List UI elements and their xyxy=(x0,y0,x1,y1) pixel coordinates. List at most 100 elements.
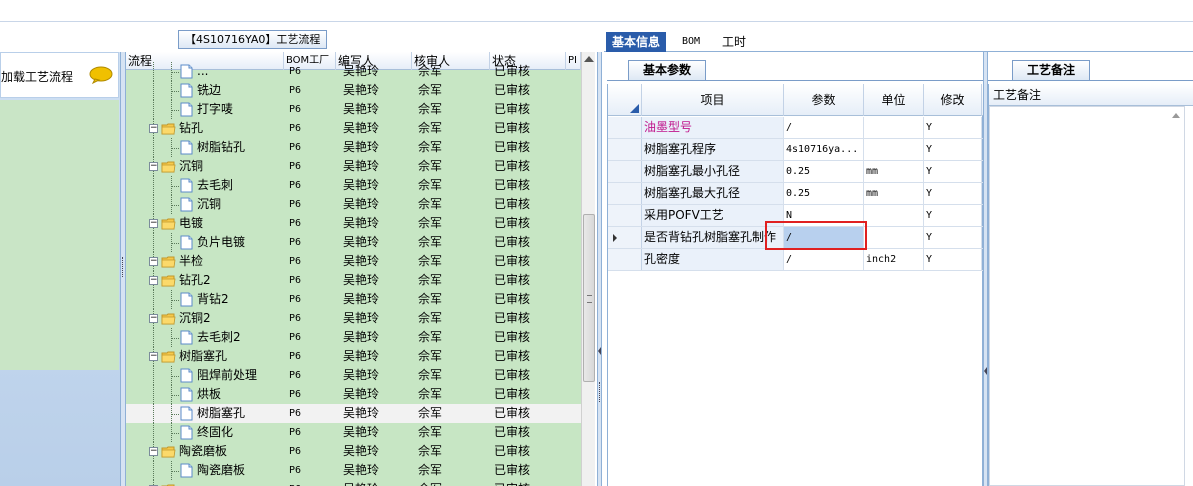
row-header-cell[interactable] xyxy=(608,117,642,138)
status-cell: 已审核 xyxy=(494,480,564,486)
bom-factory-cell: P6 xyxy=(289,480,329,486)
tree-guide-line xyxy=(171,148,179,149)
row-header-cell[interactable] xyxy=(608,205,642,226)
param-value-cell[interactable]: 4s10716ya... xyxy=(784,139,864,160)
table-row[interactable]: − 钻孔2 P6 吴艳玲 佘军 已审核 xyxy=(126,271,581,290)
table-row[interactable]: − 树脂塞孔 P6 吴艳玲 佘军 已审核 xyxy=(126,347,581,366)
document-icon xyxy=(180,330,193,345)
row-header-cell[interactable] xyxy=(608,227,642,248)
params-corner-cell[interactable] xyxy=(608,84,642,116)
tab-basic-info[interactable]: 基本信息 xyxy=(606,32,667,52)
collapse-toggle-icon[interactable]: − xyxy=(149,352,158,361)
writer-cell: 吴艳玲 xyxy=(343,64,380,78)
center-splitter[interactable] xyxy=(597,52,602,486)
col-header-item[interactable]: 项目 xyxy=(642,84,784,116)
table-row[interactable]: − 沉铜2 P6 吴艳玲 佘军 已审核 xyxy=(126,309,581,328)
collapse-toggle-icon[interactable]: − xyxy=(149,219,158,228)
param-modify-cell[interactable]: Y xyxy=(924,183,982,204)
bom-factory-cell: P6 xyxy=(289,446,302,457)
tree-guide-line xyxy=(153,461,154,480)
tree-guide-line xyxy=(153,233,154,252)
param-modify-cell[interactable]: Y xyxy=(924,161,982,182)
row-header-cell[interactable] xyxy=(608,161,642,182)
table-row[interactable]: 打字唛 P6 吴艳玲 佘军 已审核 xyxy=(126,100,581,119)
collapse-right-arrow-icon[interactable] xyxy=(984,367,987,375)
status-cell: 已审核 xyxy=(494,254,531,268)
collapse-toggle-icon[interactable]: − xyxy=(149,124,158,133)
tree-node-label: 去毛刺 xyxy=(197,178,234,192)
tab-process-notes[interactable]: 工艺备注 xyxy=(1012,60,1091,81)
table-row[interactable]: 去毛刺2 P6 吴艳玲 佘军 已审核 xyxy=(126,328,581,347)
table-row[interactable]: −...P6吴艳玲佘军已审核 xyxy=(126,480,581,486)
collapse-toggle-icon[interactable]: − xyxy=(149,276,158,285)
bom-factory-cell: P6 xyxy=(289,389,302,400)
table-row[interactable]: 树脂钻孔 P6 吴艳玲 佘军 已审核 xyxy=(126,138,581,157)
param-modify-cell[interactable]: Y xyxy=(924,205,982,226)
status-cell: 已审核 xyxy=(494,159,531,173)
collapse-toggle-icon[interactable]: − xyxy=(149,447,158,456)
col-header-modify[interactable]: 修改 xyxy=(924,84,982,116)
table-row[interactable]: ... P6 吴艳玲 佘军 已审核 xyxy=(126,62,581,81)
table-row[interactable]: 终固化 P6 吴艳玲 佘军 已审核 xyxy=(126,423,581,442)
param-item-cell: 树脂塞孔最大孔径 xyxy=(642,183,784,204)
table-row[interactable]: 背钻2 P6 吴艳玲 佘军 已审核 xyxy=(126,290,581,309)
table-row[interactable]: 陶瓷磨板 P6 吴艳玲 佘军 已审核 xyxy=(126,461,581,480)
bom-factory-cell: P6 xyxy=(289,85,302,96)
table-row[interactable]: 沉铜 P6 吴艳玲 佘军 已审核 xyxy=(126,195,581,214)
collapse-left-arrow-icon[interactable] xyxy=(598,347,601,355)
param-modify-cell[interactable]: Y xyxy=(924,227,982,248)
table-row[interactable]: − 半检 P6 吴艳玲 佘军 已审核 xyxy=(126,252,581,271)
table-row[interactable]: 负片电镀 P6 吴艳玲 佘军 已审核 xyxy=(126,233,581,252)
process-flow-title: 【4S10716YA0】工艺流程 xyxy=(178,30,328,49)
param-modify-cell[interactable]: Y xyxy=(924,139,982,160)
param-modify-cell[interactable]: Y xyxy=(924,249,982,270)
scroll-thumb[interactable] xyxy=(583,214,595,382)
table-row[interactable]: − 钻孔 P6 吴艳玲 佘军 已审核 xyxy=(126,119,581,138)
process-notes-textarea[interactable] xyxy=(989,106,1185,486)
table-row[interactable]: − 电镀 P6 吴艳玲 佘军 已审核 xyxy=(126,214,581,233)
tree-vertical-scrollbar[interactable] xyxy=(581,52,595,486)
param-value-cell[interactable]: 0.25 xyxy=(784,161,864,182)
col-header-param[interactable]: 参数 xyxy=(784,84,864,116)
tree-guide-line xyxy=(171,338,179,339)
status-cell: 已审核 xyxy=(494,311,531,325)
table-row[interactable]: 阻焊前处理 P6 吴艳玲 佘军 已审核 xyxy=(126,366,581,385)
bom-factory-cell: P6 xyxy=(289,180,302,191)
tab-bom[interactable]: BOM xyxy=(676,32,706,52)
tree-node-label: 终固化 xyxy=(197,425,234,439)
tree-guide-line xyxy=(171,186,179,187)
row-header-cell[interactable] xyxy=(608,139,642,160)
status-cell: 已审核 xyxy=(494,83,531,97)
splitter-grip-icon xyxy=(122,257,124,277)
table-row[interactable]: 孔密度 / inch2 Y xyxy=(608,249,984,271)
table-row[interactable]: 铣边 P6 吴艳玲 佘军 已审核 xyxy=(126,81,581,100)
col-header-process-notes[interactable]: 工艺备注 xyxy=(993,84,1041,106)
param-value-cell[interactable]: / xyxy=(784,249,864,270)
table-row[interactable]: 树脂塞孔最大孔径 0.25 mm Y xyxy=(608,183,984,205)
load-process-flow-item[interactable]: 加载工艺流程 xyxy=(0,52,119,98)
param-value-cell[interactable]: 0.25 xyxy=(784,183,864,204)
row-header-cell[interactable] xyxy=(608,249,642,270)
tab-basic-params[interactable]: 基本参数 xyxy=(628,60,707,81)
param-modify-cell[interactable]: Y xyxy=(924,117,982,138)
table-row[interactable]: 烘板 P6 吴艳玲 佘军 已审核 xyxy=(126,385,581,404)
notes-scroll-up-icon[interactable] xyxy=(1172,113,1180,118)
table-row[interactable]: 去毛刺 P6 吴艳玲 佘军 已审核 xyxy=(126,176,581,195)
table-row[interactable]: − 陶瓷磨板 P6 吴艳玲 佘军 已审核 xyxy=(126,442,581,461)
table-row[interactable]: − 沉铜 P6 吴艳玲 佘军 已审核 xyxy=(126,157,581,176)
scroll-up-arrow-icon[interactable] xyxy=(584,56,594,62)
table-row[interactable]: 树脂塞孔 P6 吴艳玲 佘军 已审核 xyxy=(126,404,581,423)
table-row[interactable]: 树脂塞孔最小孔径 0.25 mm Y xyxy=(608,161,984,183)
param-value-cell[interactable]: / xyxy=(784,117,864,138)
table-row[interactable]: 树脂塞孔程序 4s10716ya... Y xyxy=(608,139,984,161)
param-item-cell: 是否背钻孔树脂塞孔制作 xyxy=(642,227,784,248)
collapse-toggle-icon[interactable]: − xyxy=(149,162,158,171)
reviewer-cell: 佘军 xyxy=(418,254,443,268)
collapse-toggle-icon[interactable]: − xyxy=(149,314,158,323)
row-header-cell[interactable] xyxy=(608,183,642,204)
collapse-toggle-icon[interactable]: − xyxy=(149,257,158,266)
col-header-unit[interactable]: 单位 xyxy=(864,84,924,116)
table-row[interactable]: 油墨型号 / Y xyxy=(608,117,984,139)
tree-guide-line xyxy=(153,176,154,195)
tab-work-hours[interactable]: 工时 xyxy=(716,32,752,52)
